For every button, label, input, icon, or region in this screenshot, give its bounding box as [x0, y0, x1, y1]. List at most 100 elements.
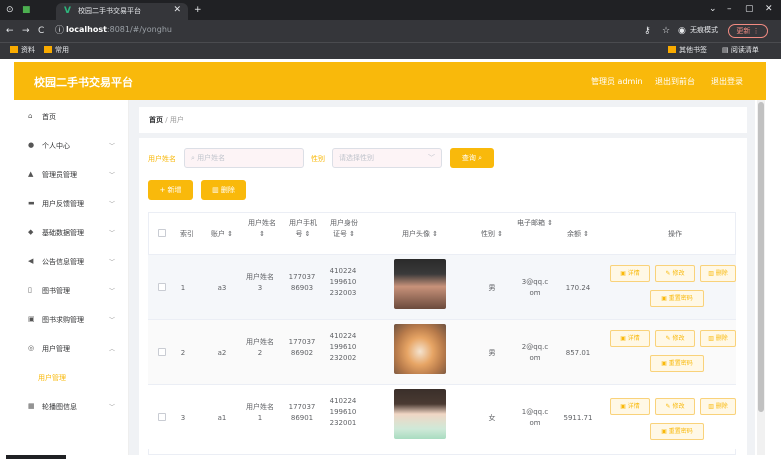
delete-button[interactable]: ▥ 删除 — [700, 398, 736, 415]
row-checkbox[interactable] — [158, 348, 166, 356]
users-icon: ◎ — [28, 344, 35, 352]
sidebar-item-data[interactable]: ◆ 基础数据管理 ﹀ — [14, 218, 129, 247]
sidebar-item-home[interactable]: ⌂ 首页 — [14, 102, 129, 131]
edit-button[interactable]: ✎ 修改 — [655, 265, 695, 282]
folder-icon — [44, 46, 52, 53]
select-all-checkbox[interactable] — [158, 229, 166, 237]
row-checkbox[interactable] — [158, 413, 166, 421]
logout-link[interactable]: 退出登录 — [711, 76, 743, 87]
detail-button[interactable]: ▣ 详情 — [610, 398, 650, 415]
cell-email: 3@qq.com — [521, 278, 549, 297]
update-button[interactable]: 更新 ⋮ — [728, 24, 768, 38]
star-icon[interactable]: ☆ — [662, 26, 670, 36]
cell-phone: 17703786903 — [288, 273, 316, 292]
query-button[interactable]: 查询 ⌕ — [450, 148, 494, 168]
home-icon: ⌂ — [28, 112, 33, 120]
page-scrollbar[interactable] — [757, 100, 765, 455]
chrome-menu-icon[interactable]: ⊙ — [6, 5, 14, 15]
page-bottom — [0, 455, 781, 470]
tab-title: 校园二手书交易平台 — [78, 7, 141, 15]
avatar — [394, 259, 446, 309]
sidebar-item-admin[interactable]: ▲ 管理员管理 ﹀ — [14, 160, 129, 189]
search-icon: ⌕ — [478, 154, 483, 162]
bookmark-folder[interactable]: 资料 — [10, 45, 35, 55]
cell-balance: 170.24 — [565, 284, 591, 292]
detail-icon: ▣ — [620, 270, 628, 277]
notice-icon: ◀ — [28, 257, 34, 265]
other-bookmarks[interactable]: 其他书签 — [668, 45, 707, 55]
name-search-input[interactable]: ⌕ 用户姓名 — [184, 148, 304, 168]
key-icon[interactable]: ⚷ — [644, 26, 651, 36]
maximize-icon[interactable]: ▢ — [745, 4, 754, 14]
tab-group-icon[interactable]: ■ — [22, 5, 31, 15]
name-label: 用户姓名 — [148, 155, 176, 163]
carousel-icon: ▦ — [28, 402, 35, 410]
bookmark-folder[interactable]: 常用 — [44, 45, 69, 55]
cell-idcard: 410224199610232003 — [329, 267, 357, 297]
cell-index: 3 — [180, 414, 186, 422]
url-field[interactable]: localhost:8081/#/yonghu — [66, 24, 172, 36]
forward-icon[interactable]: → — [22, 26, 30, 36]
cell-email: 2@qq.com — [521, 343, 549, 362]
edit-button[interactable]: ✎ 修改 — [655, 330, 695, 347]
chevron-up-icon: ︿ — [109, 346, 116, 353]
browser-tab[interactable]: V 校园二手书交易平台 ✕ — [56, 3, 188, 20]
sex-select[interactable]: 请选择性别 ﹀ — [332, 148, 442, 168]
incognito-icon: ◉ — [678, 26, 686, 36]
sidebar-item-feedback[interactable]: ▬ 用户反馈管理 ﹀ — [14, 189, 129, 218]
sidebar-item-profile[interactable]: ● 个人中心 ﹀ — [14, 131, 129, 160]
info-icon[interactable]: ⓘ — [55, 26, 64, 36]
sidebar-item-notice[interactable]: ◀ 公告信息管理 ﹀ — [14, 247, 129, 276]
chevron-down-icon: ﹀ — [109, 230, 116, 237]
cell-account: a3 — [217, 284, 227, 292]
cell-idcard: 410224199610232001 — [329, 397, 357, 427]
horizontal-scrollbar[interactable] — [6, 455, 66, 459]
trash-icon: ▥ — [708, 403, 716, 410]
reading-list-icon: ▤ — [722, 46, 731, 54]
detail-button[interactable]: ▣ 详情 — [610, 330, 650, 347]
reset-password-button[interactable]: ▣ 重置密码 — [650, 423, 704, 440]
edit-button[interactable]: ✎ 修改 — [655, 398, 695, 415]
minimize-icon[interactable]: – — [727, 4, 732, 14]
reset-icon: ▣ — [661, 295, 669, 302]
chevron-down-icon: ﹀ — [109, 404, 116, 411]
sidebar-item-users[interactable]: ◎ 用户管理 ︿ — [14, 334, 129, 363]
sidebar-item-carousel[interactable]: ▦ 轮播图信息 ﹀ — [14, 392, 129, 421]
reload-icon[interactable]: C — [38, 26, 44, 36]
detail-button[interactable]: ▣ 详情 — [610, 265, 650, 282]
back-icon[interactable]: ← — [6, 26, 14, 36]
scrollbar-thumb[interactable] — [758, 102, 764, 412]
batch-delete-button[interactable]: ▥ 删除 — [201, 180, 246, 200]
reset-password-button[interactable]: ▣ 重置密码 — [650, 355, 704, 372]
close-window-icon[interactable]: ✕ — [765, 4, 773, 14]
delete-button[interactable]: ▥ 删除 — [700, 265, 736, 282]
breadcrumb-home[interactable]: 首页 — [149, 116, 163, 124]
folder-icon — [668, 46, 676, 53]
sidebar-item-purchase[interactable]: ▣ 图书求购管理 ﹀ — [14, 305, 129, 334]
reading-list[interactable]: ▤ 阅读清单 — [722, 45, 759, 55]
vue-icon: V — [64, 6, 71, 16]
back-to-front-link[interactable]: 退出到前台 — [655, 76, 695, 87]
cell-index: 2 — [180, 349, 186, 357]
chevron-down-icon: ﹀ — [109, 317, 116, 324]
close-tab-icon[interactable]: ✕ — [173, 6, 181, 15]
row-checkbox[interactable] — [158, 283, 166, 291]
trash-icon: ▥ — [708, 270, 716, 277]
new-tab-icon[interactable]: + — [194, 5, 202, 15]
cell-idcard: 410224199610232002 — [329, 332, 357, 362]
breadcrumb-current: 用户 — [169, 116, 184, 124]
cell-name: 用户姓名3 — [246, 273, 274, 292]
cell-account: a2 — [217, 349, 227, 357]
reset-password-button[interactable]: ▣ 重置密码 — [650, 290, 704, 307]
delete-button[interactable]: ▥ 删除 — [700, 330, 736, 347]
admin-icon: ▲ — [28, 170, 34, 178]
submenu-user-management[interactable]: 用户管理 — [38, 373, 66, 383]
data-icon: ◆ — [28, 228, 34, 236]
add-button[interactable]: + 新增 — [148, 180, 193, 200]
tab-search-icon[interactable]: ⌄ — [709, 4, 717, 14]
cell-name: 用户姓名2 — [246, 338, 274, 357]
profile-label: 无痕模式 — [690, 26, 718, 34]
chevron-down-icon: ﹀ — [428, 154, 435, 162]
cell-sex: 男 — [488, 284, 496, 292]
sidebar-item-books[interactable]: ▯ 图书管理 ﹀ — [14, 276, 129, 305]
